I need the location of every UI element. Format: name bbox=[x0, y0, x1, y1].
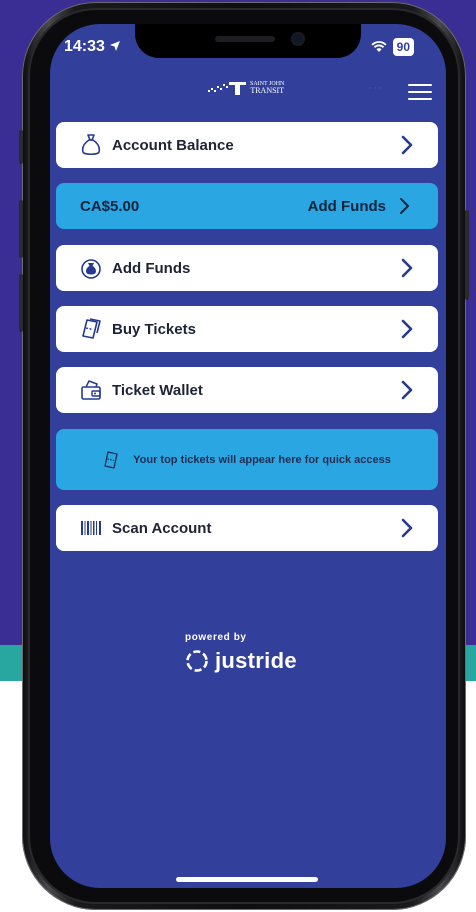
chevron-right-icon bbox=[400, 198, 409, 214]
volume-up-button bbox=[19, 200, 23, 258]
account-balance-button[interactable]: Account Balance bbox=[56, 122, 438, 168]
account-balance-label: Account Balance bbox=[112, 136, 234, 154]
ticket-wallet-button[interactable]: Ticket Wallet bbox=[56, 367, 438, 413]
hamburger-menu-button[interactable] bbox=[408, 84, 432, 102]
wifi-icon bbox=[371, 41, 387, 52]
money-bag-icon bbox=[78, 132, 104, 158]
logo-text: SAINT JOHN TRANSIT bbox=[250, 81, 285, 95]
chevron-right-icon bbox=[401, 135, 413, 155]
add-funds-label: Add Funds bbox=[112, 259, 191, 277]
front-camera bbox=[291, 32, 305, 46]
transit-logo: SAINT JOHN TRANSIT bbox=[208, 81, 284, 95]
home-indicator[interactable] bbox=[176, 877, 318, 882]
power-button bbox=[465, 210, 469, 300]
chevron-right-icon bbox=[401, 518, 413, 538]
ticket-outline-icon bbox=[104, 450, 118, 469]
wallet-icon bbox=[78, 377, 104, 403]
add-funds-button[interactable]: Add Funds bbox=[56, 245, 438, 291]
chevron-right-icon bbox=[401, 319, 413, 339]
justride-logo-icon bbox=[186, 650, 208, 672]
mute-switch bbox=[19, 130, 23, 164]
tickets-icon bbox=[78, 316, 104, 342]
status-time: 14:33 bbox=[64, 38, 121, 56]
barcode-icon bbox=[78, 515, 104, 541]
balance-amount: CA$5.00 bbox=[80, 197, 140, 215]
chevron-right-icon bbox=[401, 380, 413, 400]
top-tickets-message: Your top tickets will appear here for qu… bbox=[133, 453, 391, 466]
notch bbox=[135, 24, 361, 58]
scan-account-label: Scan Account bbox=[112, 519, 212, 537]
battery-indicator: 90 bbox=[392, 38, 414, 56]
more-dots: ··· bbox=[368, 80, 383, 94]
justride-logo: justride bbox=[185, 648, 297, 674]
balance-add-funds-label: Add Funds bbox=[307, 197, 386, 215]
status-indicators: 90 bbox=[371, 38, 414, 56]
balance-add-funds-button[interactable]: CA$5.00 Add Funds bbox=[56, 183, 438, 229]
buy-tickets-button[interactable]: Buy Tickets bbox=[56, 306, 438, 352]
volume-down-button bbox=[19, 274, 23, 332]
coin-bag-icon bbox=[78, 255, 104, 281]
speaker-grille bbox=[215, 36, 275, 42]
powered-by-label: powered by bbox=[185, 632, 247, 643]
transit-logo-icon bbox=[208, 82, 246, 95]
ticket-wallet-label: Ticket Wallet bbox=[112, 381, 203, 399]
phone-screen: 14:33 90 SAINT JOHN TRANSIT ··· Account … bbox=[50, 24, 446, 888]
location-arrow-icon bbox=[110, 41, 121, 51]
top-tickets-info: Your top tickets will appear here for qu… bbox=[56, 429, 438, 490]
chevron-right-icon bbox=[401, 258, 413, 278]
scan-account-button[interactable]: Scan Account bbox=[56, 505, 438, 551]
buy-tickets-label: Buy Tickets bbox=[112, 320, 196, 338]
justride-brand: justride bbox=[215, 648, 297, 673]
